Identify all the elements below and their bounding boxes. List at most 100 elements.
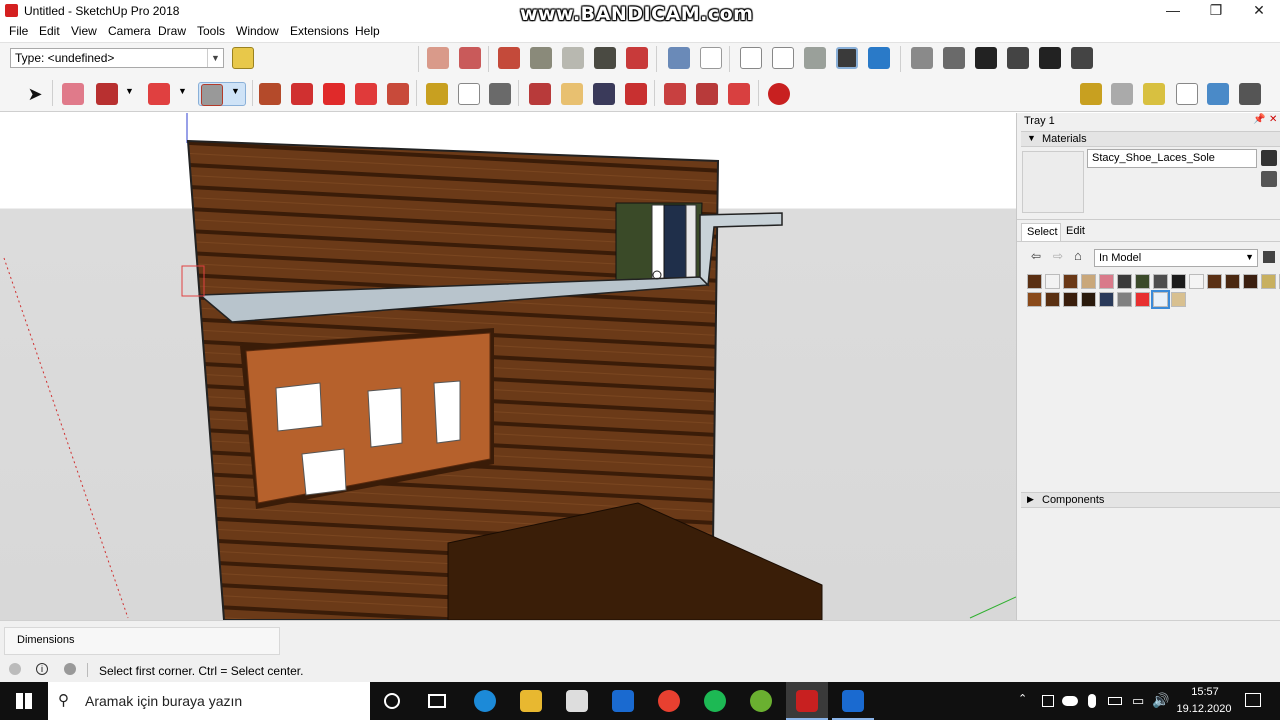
close-icon[interactable]: ✕ [1269,114,1277,125]
back-edges-icon[interactable] [700,47,722,69]
monochrome-icon[interactable] [868,47,890,69]
material-swatch[interactable] [1045,274,1060,289]
material-swatch[interactable] [1099,274,1114,289]
drape-icon[interactable] [530,47,552,69]
forward-arrow-icon[interactable]: ⇨ [1053,249,1063,263]
material-swatch[interactable] [1117,292,1132,307]
library-select[interactable]: In Model ▼ [1094,249,1258,267]
menu-extensions[interactable]: Extensions [290,24,349,38]
network-icon[interactable] [1108,697,1122,705]
extension-warehouse-icon[interactable] [768,83,790,105]
battery-icon[interactable]: ▭ [1132,693,1144,709]
component-options-icon[interactable] [232,47,254,69]
user-icon[interactable] [64,663,76,675]
dimension-icon[interactable] [1111,83,1133,105]
hidden-line-icon[interactable] [772,47,794,69]
sandbox-grid-icon[interactable] [459,47,481,69]
rotate-icon[interactable] [355,83,377,105]
material-swatch[interactable] [1171,274,1186,289]
create-material-icon[interactable] [1261,171,1277,187]
notifications-icon[interactable] [1245,693,1261,707]
back-view-icon[interactable] [1039,47,1061,69]
shaded-icon[interactable] [804,47,826,69]
chrome-icon[interactable] [658,690,680,712]
pan-icon[interactable] [561,83,583,105]
flip-edge-icon[interactable] [626,47,648,69]
chevron-down-icon[interactable]: ▼ [125,86,134,96]
material-swatch[interactable] [1045,292,1060,307]
zoom-extents-icon[interactable] [625,83,647,105]
material-swatch[interactable] [1207,274,1222,289]
material-swatch[interactable] [1225,274,1240,289]
material-swatch[interactable] [1063,274,1078,289]
tab-edit[interactable]: Edit [1066,225,1085,237]
xray-style-icon[interactable] [668,47,690,69]
smoove-icon[interactable] [562,47,584,69]
material-swatch[interactable] [1063,292,1078,307]
close-button[interactable]: ✕ [1238,0,1280,22]
select-arrow-icon[interactable]: ➤ [24,83,46,105]
section-plane-icon[interactable] [1239,83,1261,105]
material-swatch[interactable] [1027,274,1042,289]
menu-edit[interactable]: Edit [39,24,60,38]
3d-text-icon[interactable] [1176,83,1198,105]
components-header[interactable]: ▶ Components [1021,492,1280,508]
material-swatch[interactable] [1081,274,1096,289]
push-pull-icon[interactable] [259,83,281,105]
iso-view-icon[interactable] [911,47,933,69]
back-arrow-icon[interactable]: ⇦ [1031,249,1041,263]
menu-camera[interactable]: Camera [108,24,151,38]
credits-icon[interactable]: i [36,663,48,675]
onedrive-icon[interactable] [1062,696,1078,706]
tape-measure-icon[interactable] [426,83,448,105]
tab-select[interactable]: Select [1021,223,1061,241]
material-swatch[interactable] [1081,292,1096,307]
utorrent-icon[interactable] [750,690,772,712]
top-view-icon[interactable] [943,47,965,69]
display-secondary-icon[interactable] [1261,150,1277,166]
menu-view[interactable]: View [71,24,97,38]
axes-icon[interactable] [1207,83,1229,105]
share-component-icon[interactable] [728,83,750,105]
section-fill-icon[interactable] [427,47,449,69]
menu-help[interactable]: Help [355,24,380,38]
tray-app-icon[interactable] [1042,695,1054,707]
material-swatch[interactable] [1189,274,1204,289]
mail-icon[interactable] [612,690,634,712]
maximize-button[interactable]: ❐ [1195,0,1237,22]
material-swatch[interactable] [1151,290,1170,309]
material-swatch[interactable] [1135,292,1150,307]
microphone-icon[interactable] [1088,694,1096,708]
material-swatch[interactable] [1261,274,1276,289]
stamp-icon[interactable] [498,47,520,69]
chevron-up-icon[interactable]: ⌃ [1018,692,1027,705]
menu-window[interactable]: Window [236,24,279,38]
share-model-icon[interactable] [696,83,718,105]
file-explorer-icon[interactable] [520,690,542,712]
windows-start-icon[interactable] [16,693,32,709]
material-swatch[interactable] [1099,292,1114,307]
pencil-line-icon[interactable] [96,83,118,105]
geolocation-icon[interactable] [9,663,21,675]
clock-date[interactable]: 19.12.2020 [1174,703,1234,715]
orbit-icon[interactable] [529,83,551,105]
left-view-icon[interactable] [1071,47,1093,69]
dimensions-box[interactable]: Dimensions [4,627,280,655]
material-swatch[interactable] [1243,274,1258,289]
shaded-textures-icon[interactable] [836,47,858,69]
type-select[interactable]: Type: <undefined> ▼ [10,48,224,68]
cortana-icon[interactable] [384,693,400,709]
zoom-icon[interactable] [593,83,615,105]
protractor-icon[interactable] [1143,83,1165,105]
volume-icon[interactable]: 🔊 [1152,692,1169,709]
materials-header[interactable]: ▼ Materials [1021,131,1280,147]
model-viewport[interactable] [0,113,1016,620]
menu-tools[interactable]: Tools [197,24,225,38]
material-swatch[interactable] [1027,292,1042,307]
material-swatch[interactable] [1153,274,1168,289]
material-swatch[interactable] [1171,292,1186,307]
wireframe-icon[interactable] [740,47,762,69]
store-icon[interactable] [566,690,588,712]
edge-browser-icon[interactable] [474,690,496,712]
arc-icon[interactable] [148,83,170,105]
